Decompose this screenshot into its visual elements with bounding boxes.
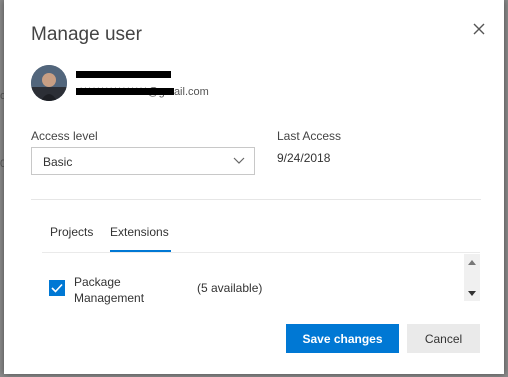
manage-user-dialog: Manage user *** ****** ****** **********… bbox=[4, 0, 504, 374]
package-management-checkbox[interactable] bbox=[49, 280, 65, 296]
tab-projects[interactable]: Projects bbox=[50, 225, 93, 239]
last-access-label: Last Access bbox=[277, 129, 342, 143]
checkmark-icon bbox=[51, 283, 63, 293]
scroll-down-arrow-icon[interactable] bbox=[468, 291, 476, 296]
active-tab-indicator bbox=[110, 250, 171, 252]
cancel-button[interactable]: Cancel bbox=[407, 324, 480, 353]
access-level-label: Access level bbox=[31, 129, 98, 143]
access-level-dropdown[interactable]: Basic bbox=[31, 147, 255, 175]
extensions-scrollbar[interactable] bbox=[464, 254, 480, 301]
extension-availability: (5 available) bbox=[197, 281, 263, 295]
dialog-title: Manage user bbox=[31, 24, 142, 45]
redaction-bar bbox=[76, 88, 174, 95]
save-changes-button[interactable]: Save changes bbox=[286, 324, 399, 353]
extension-name: Package Management bbox=[74, 275, 145, 305]
scroll-up-arrow-icon[interactable] bbox=[468, 260, 476, 265]
access-level-value: Basic bbox=[43, 155, 73, 169]
chevron-down-icon bbox=[233, 157, 245, 164]
divider bbox=[31, 199, 481, 200]
redaction-bar bbox=[76, 71, 171, 78]
tabs-underline bbox=[42, 252, 480, 253]
avatar bbox=[31, 65, 67, 101]
close-icon bbox=[473, 23, 485, 35]
tab-extensions[interactable]: Extensions bbox=[110, 225, 169, 239]
close-button[interactable] bbox=[468, 18, 490, 40]
last-access-value: 9/24/2018 bbox=[277, 151, 331, 165]
